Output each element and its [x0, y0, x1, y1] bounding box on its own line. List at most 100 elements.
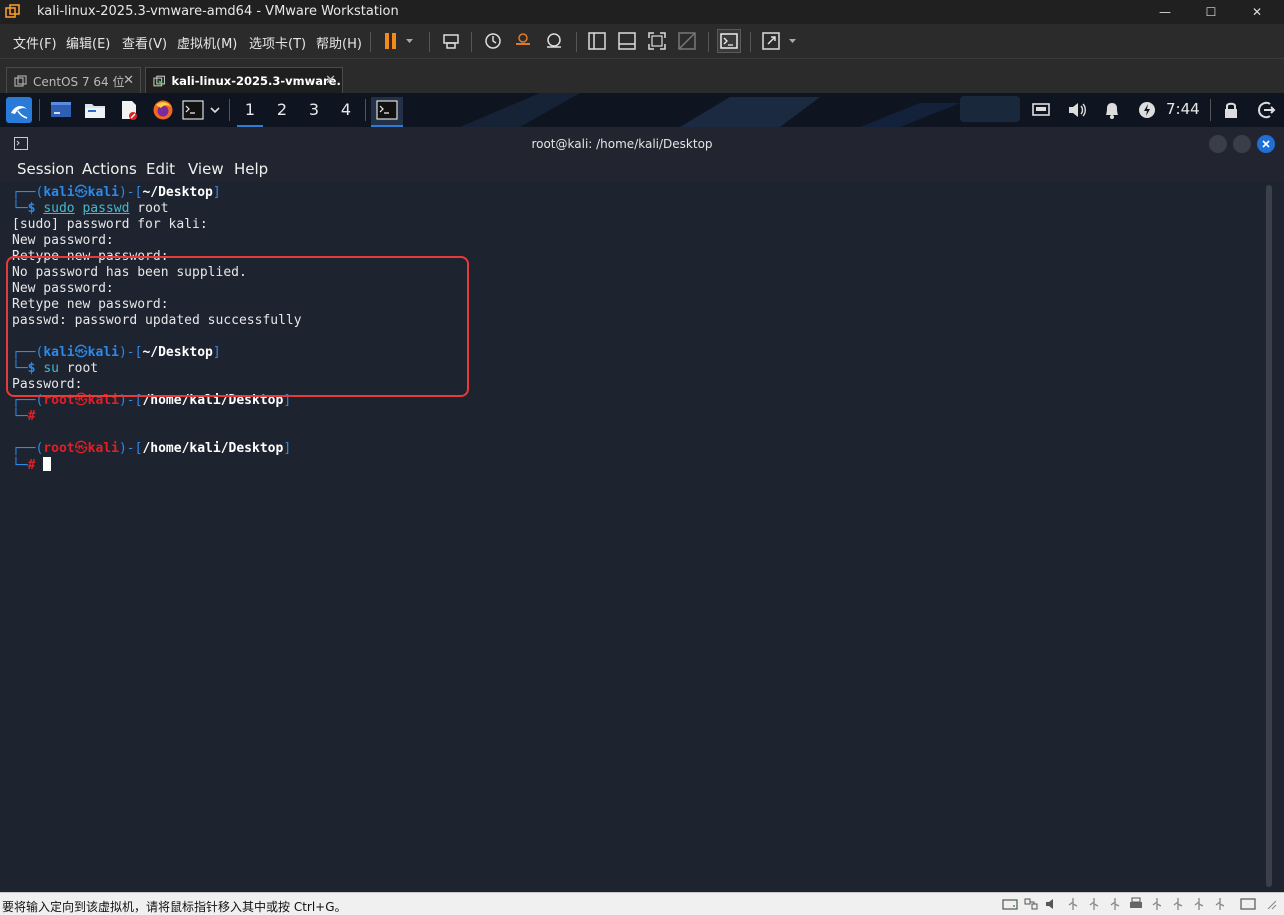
window-title: kali-linux-2025.3-vmware-amd64 - VMware …	[37, 4, 399, 19]
unity-icon[interactable]	[676, 30, 698, 52]
vm-tab-bar: CentOS 7 64 位 ✕ kali-linux-2025.3-vmware…	[0, 58, 1284, 94]
toolbar-separator	[750, 32, 751, 52]
tab-label: CentOS 7 64 位	[33, 74, 125, 89]
revert-snapshot-icon[interactable]	[512, 30, 534, 52]
lock-screen-icon[interactable]	[1220, 99, 1242, 121]
toolbar-separator	[471, 32, 472, 52]
printer-icon[interactable]	[1128, 897, 1144, 911]
tab-kali[interactable]: kali-linux-2025.3-vmware... ✕	[145, 67, 343, 94]
root-command-line: └─#	[12, 409, 36, 424]
terminal-scrollbar[interactable]	[1266, 185, 1272, 887]
menu-actions[interactable]: Actions	[82, 160, 137, 178]
fullscreen-icon[interactable]	[646, 30, 668, 52]
usb-device-5-icon[interactable]	[1191, 897, 1207, 911]
wallpaper-decoration	[460, 93, 1020, 127]
menu-view[interactable]: 查看(V)	[122, 33, 167, 52]
usb-device-2-icon[interactable]	[1107, 897, 1123, 911]
minimize-button[interactable]: —	[1142, 0, 1188, 24]
status-bar: 要将输入定向到该虚拟机，请将鼠标指针移入其中或按 Ctrl+G。	[0, 892, 1284, 915]
menu-tabs[interactable]: 选项卡(T)	[249, 33, 306, 52]
usb-device-6-icon[interactable]	[1212, 897, 1228, 911]
kali-top-panel: 1 2 3 4 7:44	[0, 93, 1284, 127]
workspace-4[interactable]: 4	[333, 99, 359, 127]
terminal-menu-bar: Session Actions Edit View Help	[0, 160, 1284, 182]
terminal-minimize-button[interactable]	[1209, 135, 1227, 153]
terminal-title-bar: root@kali: /home/kali/Desktop	[0, 127, 1284, 160]
menu-session[interactable]: Session	[17, 160, 74, 178]
display-icon[interactable]	[1240, 897, 1256, 911]
tab-centos[interactable]: CentOS 7 64 位 ✕	[6, 67, 141, 94]
status-text: 要将输入定向到该虚拟机，请将鼠标指针移入其中或按 Ctrl+G。	[2, 900, 347, 914]
output-line: [sudo] password for kali:	[12, 217, 208, 232]
close-window-button[interactable]: ✕	[1234, 0, 1280, 24]
terminal-maximize-button[interactable]	[1233, 135, 1251, 153]
text-editor-icon[interactable]	[118, 99, 140, 121]
terminal-icon	[376, 100, 398, 120]
close-tab-icon[interactable]: ✕	[123, 73, 134, 88]
menu-file[interactable]: 文件(F)	[13, 33, 57, 52]
workspace-1[interactable]: 1	[237, 99, 263, 127]
thumbnail-bar-icon[interactable]	[616, 30, 638, 52]
usb-device-4-icon[interactable]	[1170, 897, 1186, 911]
resize-grip-icon[interactable]	[1264, 897, 1278, 911]
root-prompt-line: ┌──(root㉿kali)-[/home/kali/Desktop]	[12, 441, 292, 456]
stretch-guest-icon[interactable]	[760, 30, 800, 52]
terminal-title: root@kali: /home/kali/Desktop	[531, 137, 713, 151]
show-desktop-icon[interactable]	[50, 99, 72, 121]
text-cursor	[43, 457, 52, 471]
command-line: └─$ sudo passwd root	[12, 201, 169, 216]
vmware-app-icon	[5, 4, 20, 18]
menu-vm[interactable]: 虚拟机(M)	[177, 33, 237, 52]
sidebar-toggle-icon[interactable]	[586, 30, 608, 52]
workspace-3[interactable]: 3	[301, 99, 327, 127]
hard-disk-icon[interactable]	[1002, 897, 1018, 911]
window-title-bar: kali-linux-2025.3-vmware-amd64 - VMware …	[0, 0, 1284, 24]
close-tab-icon[interactable]: ✕	[325, 73, 336, 88]
maximize-button[interactable]: ☐	[1188, 0, 1234, 24]
console-view-icon[interactable]	[717, 29, 741, 53]
firefox-icon[interactable]	[152, 99, 174, 121]
toolbar-separator	[576, 32, 577, 52]
usb-device-icon[interactable]	[1086, 897, 1102, 911]
usb-icon[interactable]	[1065, 897, 1081, 911]
menu-help[interactable]: 帮助(H)	[316, 33, 362, 52]
menu-edit[interactable]: 编辑(E)	[66, 33, 110, 52]
toolbar-separator	[708, 32, 709, 52]
send-ctrl-alt-del-icon[interactable]	[440, 30, 462, 52]
vm-icon	[14, 74, 27, 87]
tab-label: kali-linux-2025.3-vmware...	[171, 74, 342, 88]
terminal-launcher-icon[interactable]	[182, 99, 204, 121]
snapshot-icon[interactable]	[482, 30, 504, 52]
toolbar-separator	[429, 32, 430, 52]
logout-icon[interactable]	[1255, 99, 1277, 121]
menu-edit[interactable]: Edit	[146, 160, 175, 178]
root-command-line: └─#	[12, 457, 52, 473]
taskbar-terminal-window[interactable]	[371, 97, 403, 127]
vm-running-icon	[153, 75, 166, 86]
terminal-output[interactable]: ┌──(kali㉿kali)-[~/Desktop] └─$ sudo pass…	[0, 182, 1264, 892]
chevron-down-icon[interactable]	[207, 99, 223, 121]
volume-icon[interactable]	[1066, 99, 1088, 121]
menu-help[interactable]: Help	[234, 160, 268, 178]
network-icon[interactable]	[1030, 99, 1052, 121]
power-manager-icon[interactable]	[1136, 99, 1158, 121]
kali-menu-icon[interactable]	[6, 97, 32, 123]
panel-separator	[39, 99, 40, 121]
panel-separator	[229, 99, 230, 121]
sound-card-icon[interactable]	[1044, 897, 1060, 911]
pause-icon[interactable]	[380, 30, 414, 52]
highlight-annotation-box	[6, 256, 469, 397]
network-adapter-icon[interactable]	[1023, 897, 1039, 911]
panel-clock[interactable]: 7:44	[1166, 100, 1200, 118]
output-line: New password:	[12, 233, 114, 248]
panel-separator	[365, 99, 366, 121]
menu-view[interactable]: View	[188, 160, 224, 178]
menu-bar: 文件(F) 编辑(E) 查看(V) 虚拟机(M) 选项卡(T) 帮助(H)	[0, 24, 1284, 58]
workspace-2[interactable]: 2	[269, 99, 295, 127]
usb-device-3-icon[interactable]	[1149, 897, 1165, 911]
prompt-line: ┌──(kali㉿kali)-[~/Desktop]	[12, 185, 221, 200]
terminal-close-button[interactable]	[1257, 135, 1275, 153]
file-manager-icon[interactable]	[84, 99, 106, 121]
snapshot-manager-icon[interactable]	[543, 30, 565, 52]
notification-bell-icon[interactable]	[1101, 99, 1123, 121]
